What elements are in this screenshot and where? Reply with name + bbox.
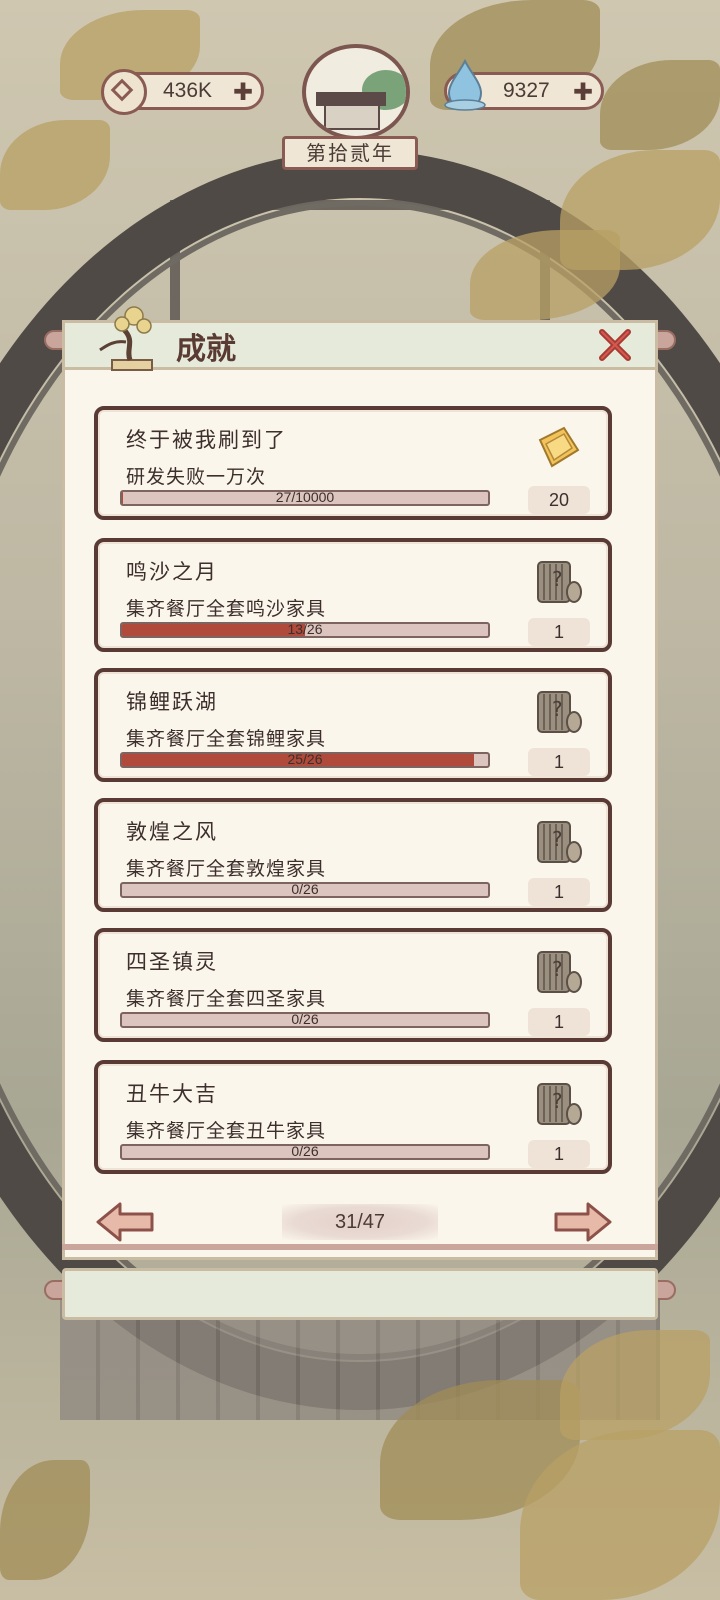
progress-text: 27/10000 — [275, 490, 335, 505]
progress-bar: 13/26 — [120, 622, 490, 638]
achievement-desc: 集齐餐厅全套丑牛家具 — [126, 1120, 327, 1142]
coin-icon — [101, 69, 147, 115]
water-drop-icon — [444, 59, 486, 111]
achievement-card: 鸣沙之月 集齐餐厅全套鸣沙家具 13/26 ? 1 — [94, 538, 612, 652]
bonsai-icon — [99, 306, 153, 371]
gold-ticket-icon[interactable] — [530, 420, 584, 476]
mystery-scroll-icon[interactable]: ? — [530, 682, 584, 738]
reward-count: 20 — [528, 486, 590, 514]
progress-bar: 27/10000 — [120, 490, 490, 506]
svg-text:?: ? — [552, 567, 563, 591]
progress-bar: 0/26 — [120, 1144, 490, 1160]
svg-text:?: ? — [552, 697, 563, 721]
progress-text: 0/26 — [291, 1012, 319, 1027]
achievement-name: 丑牛大吉 — [126, 1082, 218, 1106]
svg-text:?: ? — [552, 957, 563, 981]
svg-text:?: ? — [552, 827, 563, 851]
progress-bar: 0/26 — [120, 882, 490, 898]
spirit-value: 9327 — [503, 79, 550, 102]
progress-text: 0/26 — [291, 882, 319, 897]
achievement-card: 终于被我刷到了 研发失败一万次 27/10000 20 — [94, 406, 612, 520]
progress-bar: 0/26 — [120, 1012, 490, 1028]
coin-counter[interactable]: 436K ✚ — [101, 69, 264, 115]
progress-bar: 25/26 — [120, 752, 490, 768]
achievement-name: 终于被我刷到了 — [126, 428, 287, 452]
reward-count: 1 — [528, 748, 590, 776]
page-indicator: 31/47 — [282, 1204, 438, 1240]
achievement-name: 敦煌之风 — [126, 820, 218, 844]
coin-value: 436K — [163, 79, 213, 102]
reward-count: 1 — [528, 1140, 590, 1168]
achievement-card: 敦煌之风 集齐餐厅全套敦煌家具 0/26 ? 1 — [94, 798, 612, 912]
achievement-desc: 集齐餐厅全套敦煌家具 — [126, 858, 327, 880]
achievement-card: 四圣镇灵 集齐餐厅全套四圣家具 0/26 ? 1 — [94, 928, 612, 1042]
panel-title: 成就 — [176, 332, 236, 367]
restaurant-emblem — [302, 44, 410, 140]
reward-count: 1 — [528, 618, 590, 646]
close-icon[interactable] — [596, 326, 634, 364]
add-spirit-icon[interactable]: ✚ — [573, 78, 593, 106]
svg-text:?: ? — [552, 1089, 563, 1113]
achievement-desc: 集齐餐厅全套四圣家具 — [126, 988, 327, 1010]
panel-footer — [62, 1268, 658, 1320]
add-coins-icon[interactable]: ✚ — [233, 78, 253, 106]
progress-text: 0/26 — [291, 1144, 319, 1159]
achievement-name: 鸣沙之月 — [126, 560, 218, 584]
prev-page-arrow-icon[interactable] — [94, 1200, 156, 1244]
achievement-desc: 研发失败一万次 — [126, 466, 267, 488]
year-plate: 第拾贰年 — [282, 136, 418, 170]
house-icon — [324, 104, 380, 130]
progress-text: 25/26 — [287, 752, 323, 767]
achievement-desc: 集齐餐厅全套锦鲤家具 — [126, 728, 327, 750]
mystery-scroll-icon[interactable]: ? — [530, 812, 584, 868]
reward-count: 1 — [528, 878, 590, 906]
reward-count: 1 — [528, 1008, 590, 1036]
achievement-name: 四圣镇灵 — [126, 950, 218, 974]
next-page-arrow-icon[interactable] — [552, 1200, 614, 1244]
mystery-scroll-icon[interactable]: ? — [530, 1074, 584, 1130]
achievement-card: 丑牛大吉 集齐餐厅全套丑牛家具 0/26 ? 1 — [94, 1060, 612, 1174]
achievement-desc: 集齐餐厅全套鸣沙家具 — [126, 598, 327, 620]
achievement-name: 锦鲤跃湖 — [126, 690, 218, 714]
spirit-counter[interactable]: 9327 ✚ — [444, 59, 604, 111]
achievement-card: 锦鲤跃湖 集齐餐厅全套锦鲤家具 25/26 ? 1 — [94, 668, 612, 782]
progress-text: 13/26 — [287, 622, 323, 637]
mystery-scroll-icon[interactable]: ? — [530, 552, 584, 608]
panel-divider — [62, 1244, 658, 1250]
mystery-scroll-icon[interactable]: ? — [530, 942, 584, 998]
